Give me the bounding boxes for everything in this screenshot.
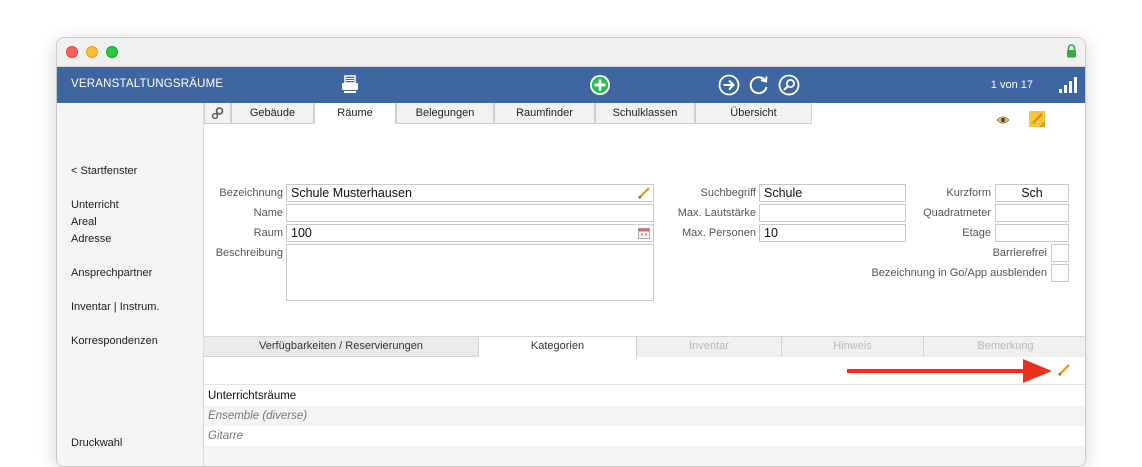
bezeichnung-field[interactable]: Schule Musterhausen [286,184,654,202]
print-icon[interactable] [338,73,362,97]
tab-schulklassen[interactable]: Schulklassen [595,103,695,124]
module-title: VERANSTALTUNGSRÄUME [71,78,224,90]
max-personen-label: Max. Personen [682,227,756,239]
refresh-icon[interactable] [747,73,771,97]
sidebar-item-unterricht[interactable]: Unterricht [71,199,119,211]
sidebar-item-korrespondenzen[interactable]: Korrespondenzen [71,335,158,347]
max-personen-field[interactable]: 10 [759,224,906,242]
quadratmeter-label: Quadratmeter [923,207,991,219]
main-panel: Gebäude Räume Belegungen Raumfinder Schu… [204,103,1085,466]
name-label: Name [253,207,283,219]
suchbegriff-field[interactable]: Schule [759,184,906,202]
beschreibung-field[interactable] [286,244,654,301]
tab-raeume[interactable]: Räume [314,103,396,124]
suchbegriff-label: Suchbegriff [700,187,756,199]
subtab-verfuegbarkeiten[interactable]: Verfügbarkeiten / Reservierungen [204,337,479,357]
tab-settings[interactable] [204,103,231,124]
kurzform-field[interactable]: Sch [995,184,1069,202]
title-bar [57,38,1085,67]
beschreibung-label: Beschreibung [215,247,283,259]
toolbar: VERANSTALTUNGSRÄUME 1 von 17 [57,67,1085,103]
name-field[interactable] [286,204,654,222]
subtab-bemerkung[interactable]: Bemerkung [924,337,1085,357]
main-tabs: Gebäude Räume Belegungen Raumfinder Schu… [204,103,814,124]
sidebar: < Startfenster Unterricht Areal Adresse … [57,103,204,466]
annotation-arrow [847,359,1052,383]
sidebar-item-ansprechpartner[interactable]: Ansprechpartner [71,267,152,279]
barrierefrei-checkbox[interactable] [1051,244,1069,262]
record-counter: 1 von 17 [990,79,1033,91]
zoom-window-button[interactable] [106,46,118,58]
note-icon[interactable] [1028,110,1046,128]
tab-uebersicht[interactable]: Übersicht [695,103,812,124]
raum-field[interactable]: 100 [286,224,654,242]
sidebar-item-startfenster[interactable]: < Startfenster [71,165,137,177]
close-window-button[interactable] [66,46,78,58]
sidebar-item-druckwahl[interactable]: Druckwahl [71,437,122,449]
quadratmeter-field[interactable] [995,204,1069,222]
sidebar-item-areal[interactable]: Areal [71,216,97,228]
goapp-checkbox[interactable] [1051,264,1069,282]
lock-icon [1067,44,1076,58]
tab-belegungen[interactable]: Belegungen [396,103,494,124]
detail-tabs: Verfügbarkeiten / Reservierungen Kategor… [204,336,1085,358]
app-window: VERANSTALTUNGSRÄUME 1 von 17 < Startfens… [56,37,1086,467]
gear-icon [211,107,223,120]
add-icon[interactable] [588,73,612,97]
category-row[interactable]: Gitarre [204,426,1085,446]
max-lautstaerke-field[interactable] [759,204,906,222]
barrierefrei-label: Barrierefrei [992,247,1047,259]
kurzform-label: Kurzform [946,187,991,199]
raum-label: Raum [253,227,283,239]
category-row[interactable]: Ensemble (diverse) [204,406,1085,426]
subtab-inventar[interactable]: Inventar [637,337,782,357]
search-icon[interactable] [777,73,801,97]
max-lautstaerke-label: Max. Lautstärke [677,207,756,219]
edit-categories-pencil-icon[interactable] [1057,363,1071,377]
tab-gebaeude[interactable]: Gebäude [231,103,314,124]
eye-icon[interactable] [996,115,1010,125]
empty-row [204,446,1085,466]
subtab-hinweis[interactable]: Hinweis [782,337,924,357]
etage-label: Etage [962,227,991,239]
bezeichnung-label: Bezeichnung [219,187,283,199]
etage-field[interactable] [995,224,1069,242]
sidebar-item-adresse[interactable]: Adresse [71,233,111,245]
sidebar-item-inventar[interactable]: Inventar | Instrum. [71,301,159,313]
subtab-kategorien[interactable]: Kategorien [479,337,637,358]
tab-raumfinder[interactable]: Raumfinder [494,103,595,124]
category-row[interactable]: Unterrichtsräume [204,386,1085,406]
stats-icon[interactable] [1057,73,1079,97]
goapp-label: Bezeichnung in Go/App ausblenden [871,267,1047,279]
divider [204,384,1085,385]
next-record-icon[interactable] [717,73,741,97]
minimize-window-button[interactable] [86,46,98,58]
